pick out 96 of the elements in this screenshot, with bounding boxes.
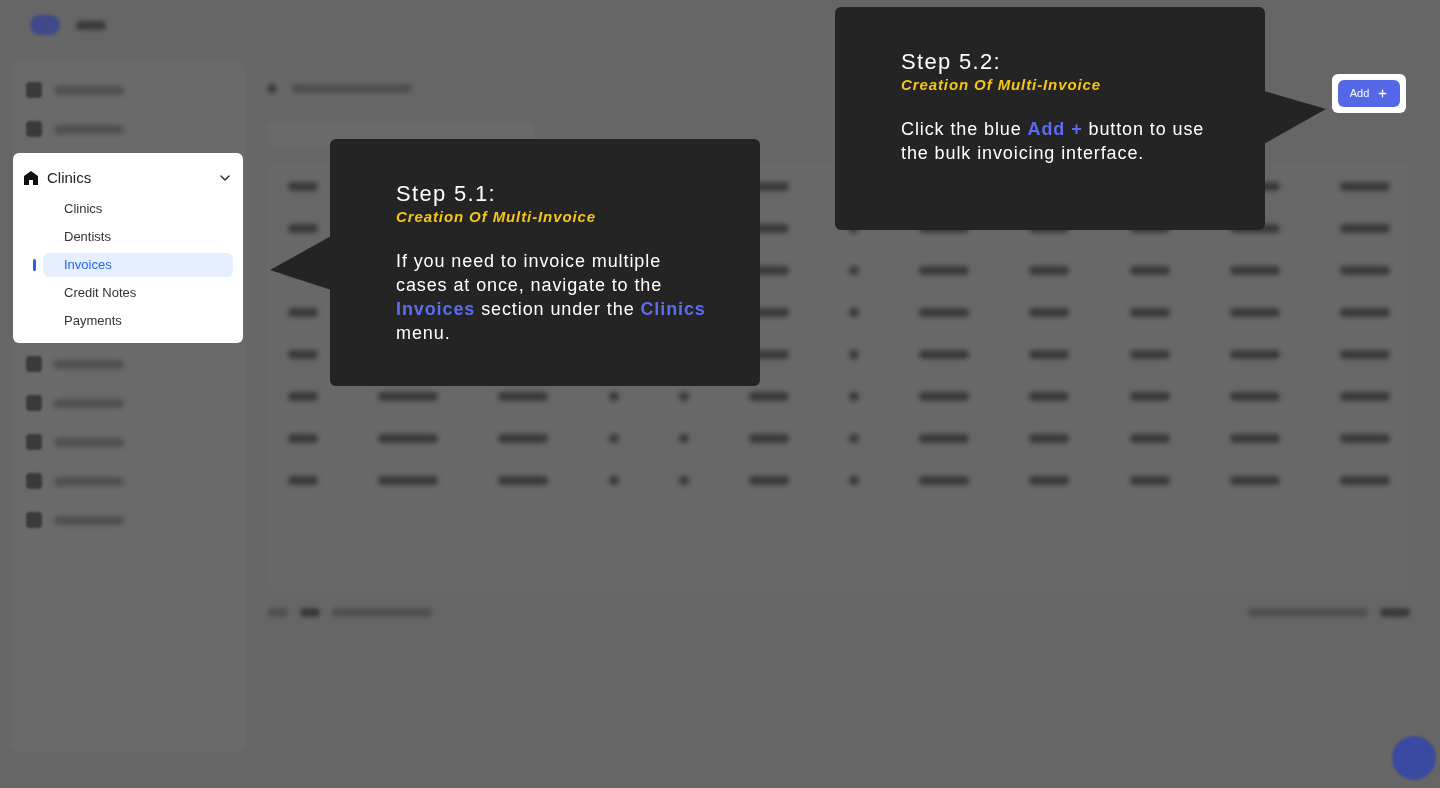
blurred-text (54, 124, 124, 134)
blurred-text (378, 392, 439, 401)
blurred-text (1129, 476, 1170, 485)
blurred-text (1129, 434, 1170, 443)
blurred-text (608, 392, 619, 401)
menu-icon (26, 512, 42, 528)
blurred-text (268, 83, 276, 93)
blurred-text (1339, 266, 1390, 275)
blurred-text (1339, 350, 1390, 359)
blurred-text (1029, 308, 1070, 317)
step-title: Step 5.2: (901, 49, 1002, 75)
blurred-text (288, 392, 318, 401)
blurred-text (1229, 350, 1280, 359)
blurred-text (748, 476, 789, 485)
blurred-text (919, 476, 970, 485)
add-button[interactable]: Add (1338, 80, 1400, 107)
blurred-text (608, 476, 619, 485)
menu-icon (26, 434, 42, 450)
blurred-text (54, 437, 124, 447)
blurred-text (288, 434, 318, 443)
blurred-text (1339, 182, 1390, 191)
blurred-text (1029, 266, 1070, 275)
blurred-text (919, 350, 970, 359)
plus-icon (1377, 88, 1389, 99)
blurred-text (54, 85, 124, 95)
menu-item[interactable]: Payments (43, 309, 233, 333)
blurred-text (1029, 476, 1070, 485)
menu-icon (26, 473, 42, 489)
blurred-text (1380, 608, 1410, 617)
chat-icon (1392, 736, 1436, 780)
blurred-text (849, 434, 860, 443)
blurred-text (76, 20, 106, 30)
blurred-text (378, 434, 439, 443)
menu-icon (26, 356, 42, 372)
blurred-text (1229, 308, 1280, 317)
blurred-text (300, 608, 320, 617)
menu-group[interactable]: Clinics (23, 163, 233, 193)
blurred-text (1339, 224, 1390, 233)
blurred-text (849, 266, 860, 275)
blurred-text (919, 392, 970, 401)
blurred-text (1129, 308, 1170, 317)
blurred-text (288, 182, 318, 191)
selection-indicator (33, 259, 36, 271)
blurred-text (678, 392, 689, 401)
blurred-text (748, 434, 789, 443)
blurred-text (849, 476, 860, 485)
blurred-text (1129, 350, 1170, 359)
blurred-text (288, 224, 318, 233)
blurred-text (1229, 434, 1280, 443)
step-subtitle: Creation Of Multi-Invoice (396, 207, 597, 227)
blurred-text (288, 308, 318, 317)
blurred-text (1339, 434, 1390, 443)
blurred-text (849, 392, 860, 401)
blurred-text (54, 515, 124, 525)
menu-icon (26, 121, 42, 137)
blurred-text (678, 434, 689, 443)
blurred-text (288, 350, 318, 359)
blurred-text (498, 392, 549, 401)
blurred-text (1229, 476, 1280, 485)
blurred-text (1129, 392, 1170, 401)
blurred-text (849, 308, 860, 317)
blurred-text (1339, 392, 1390, 401)
blurred-text (1029, 350, 1070, 359)
blurred-text (919, 434, 970, 443)
blurred-text (1229, 266, 1280, 275)
blurred-text (54, 398, 124, 408)
menu-icon (26, 82, 42, 98)
blurred-text (378, 476, 439, 485)
blurred-text (54, 359, 124, 369)
blurred-text (498, 476, 549, 485)
blurred-text (919, 266, 970, 275)
blurred-text (1129, 266, 1170, 275)
blurred-text (1339, 308, 1390, 317)
menu-icon (26, 395, 42, 411)
blurred-text (678, 476, 689, 485)
step-description: If you need to invoice multiple cases at once, navigate to the Invoices section under the Clinics menu. (396, 250, 707, 345)
blurred-text (919, 308, 970, 317)
blurred-text (1229, 392, 1280, 401)
blurred-text (748, 392, 789, 401)
blurred-text (288, 476, 318, 485)
menu-item[interactable]: Dentists (43, 225, 233, 249)
menu-item[interactable]: Invoices (43, 253, 233, 277)
blurred-text (54, 476, 124, 486)
blurred-text (1029, 392, 1070, 401)
blurred-text (498, 434, 549, 443)
step-subtitle: Creation Of Multi-Invoice (901, 75, 1102, 95)
menu-item[interactable]: Credit Notes (43, 281, 233, 305)
logo-icon (30, 15, 60, 35)
blurred-text (849, 350, 860, 359)
blurred-text (1029, 434, 1070, 443)
step-description: Click the blue Add + button to use the bulk invoicing interface. (901, 118, 1206, 165)
blurred-text (608, 434, 619, 443)
step-title: Step 5.1: (396, 181, 497, 207)
house-icon (23, 170, 39, 186)
blurred-text (1339, 476, 1390, 485)
menu-item[interactable]: Clinics (43, 197, 233, 221)
